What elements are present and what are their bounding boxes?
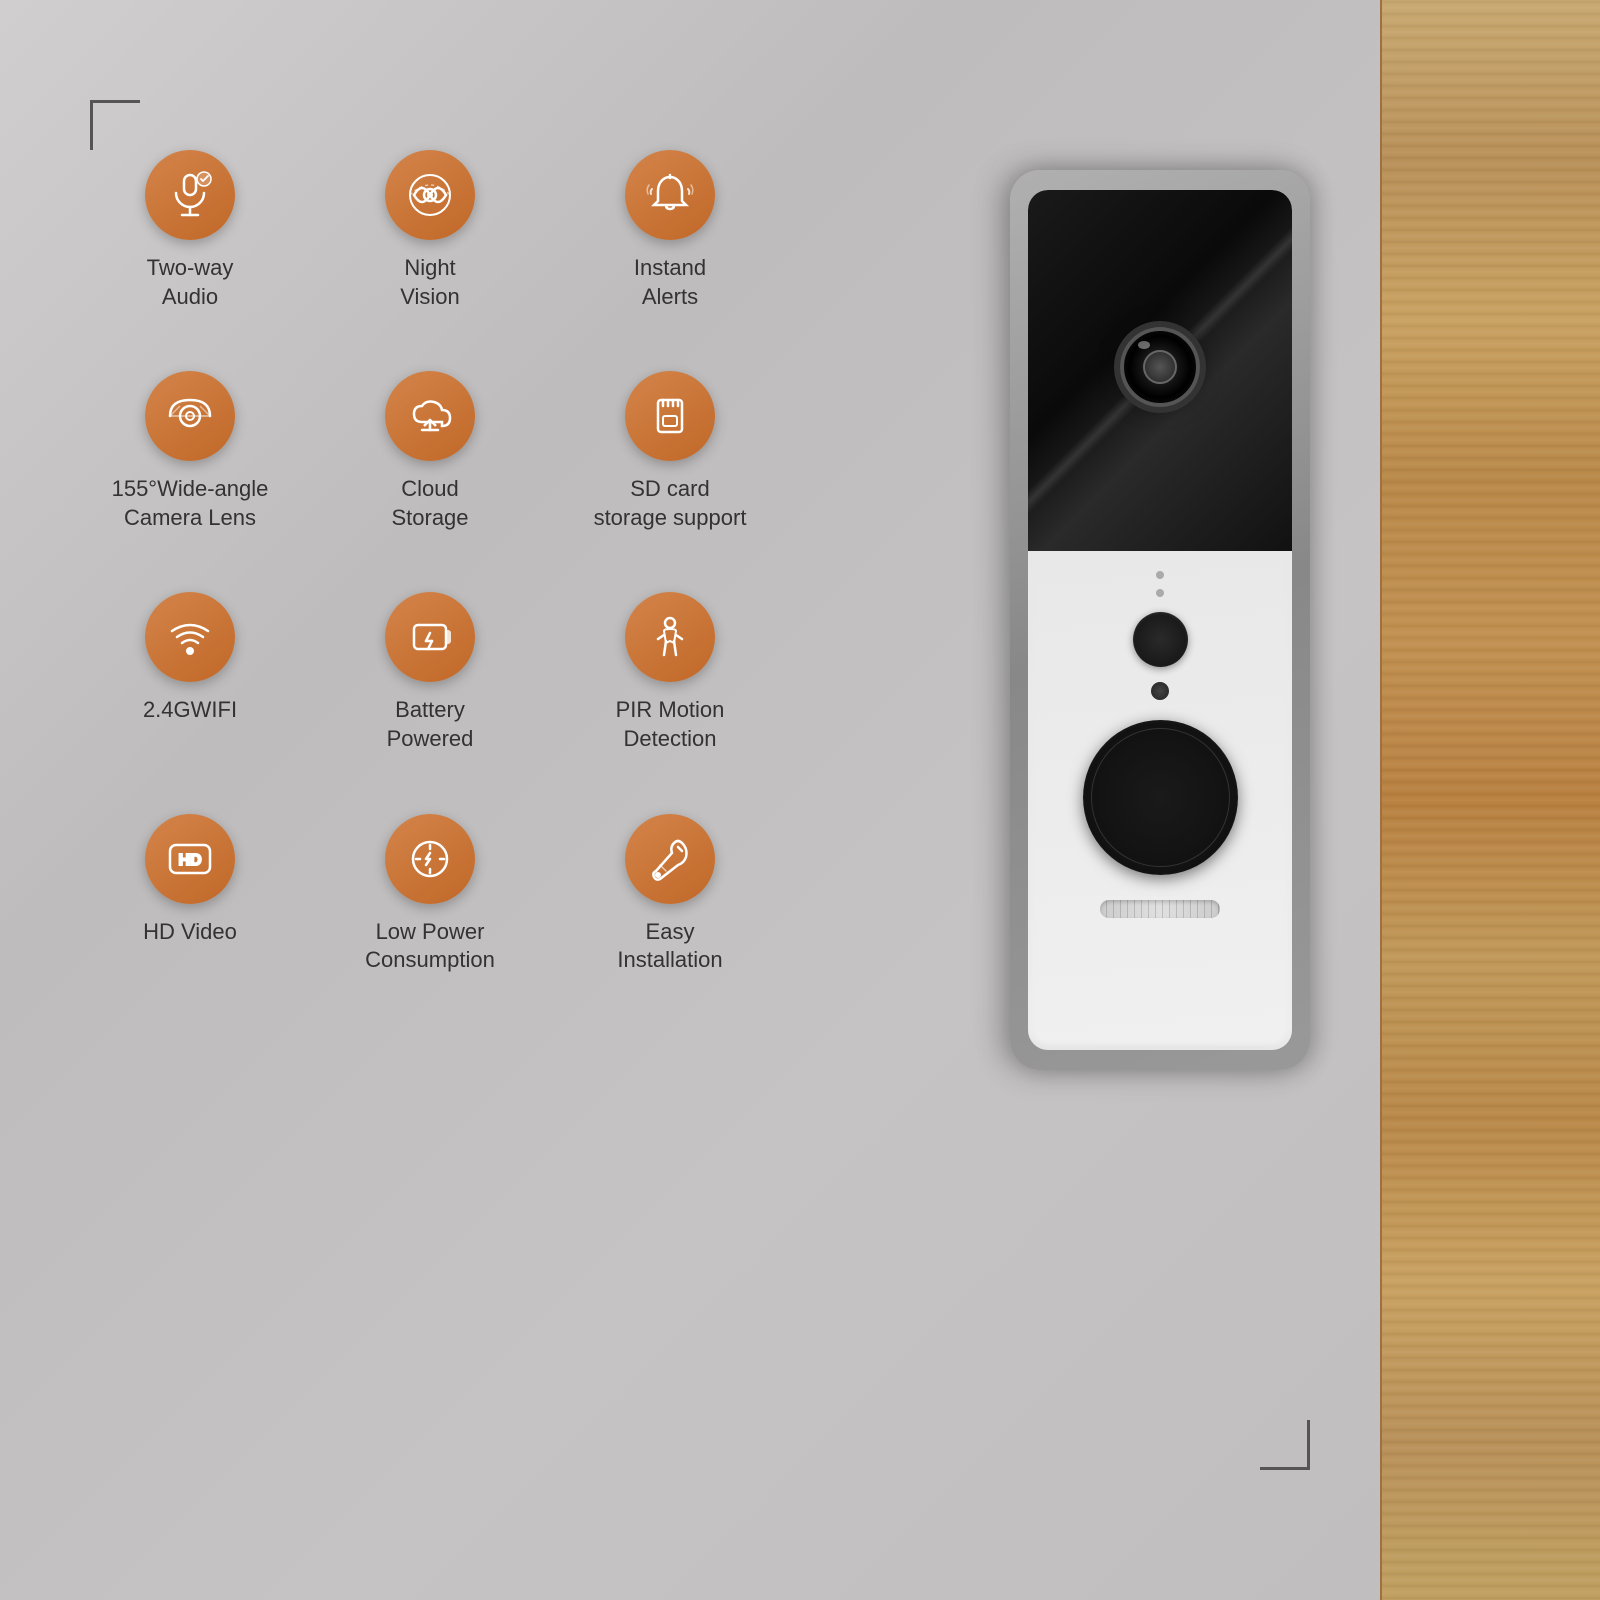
doorbell-container xyxy=(1000,120,1320,1120)
camera-wide-icon xyxy=(166,392,214,440)
night-vision-label: NightVision xyxy=(400,254,460,311)
corner-bracket-top-left xyxy=(90,100,140,150)
lens-highlight xyxy=(1138,341,1150,349)
sd-card-icon-circle xyxy=(625,371,715,461)
battery-icon xyxy=(406,613,454,661)
camera-section xyxy=(1028,190,1292,551)
doorbell-button[interactable] xyxy=(1083,720,1238,875)
wifi-label: 2.4GWIFI xyxy=(143,696,237,725)
feature-wide-angle: 155°Wide-angleCamera Lens xyxy=(90,371,290,532)
doorbell-body xyxy=(1028,190,1292,1050)
hd-icon: HD xyxy=(166,835,214,883)
battery-icon-circle xyxy=(385,592,475,682)
wifi-icon xyxy=(166,613,214,661)
feature-two-way-audio: Two-wayAudio xyxy=(90,150,290,311)
features-grid: Two-wayAudio NightVision xyxy=(90,150,740,975)
feature-night-vision: NightVision xyxy=(330,150,530,311)
hd-video-label: HD Video xyxy=(143,918,237,947)
wifi-icon-circle xyxy=(145,592,235,682)
wrench-icon xyxy=(646,835,694,883)
easy-installation-label: EasyInstallation xyxy=(617,918,722,975)
dot-2 xyxy=(1156,589,1164,597)
instant-alerts-label: InstandAlerts xyxy=(634,254,706,311)
feature-battery: BatteryPowered xyxy=(330,592,530,753)
easy-installation-icon-circle xyxy=(625,814,715,904)
feature-cloud-storage: CloudStorage xyxy=(330,371,530,532)
feature-hd-video: HD HD Video xyxy=(90,814,290,975)
indicator-dots xyxy=(1156,556,1164,612)
wide-angle-label: 155°Wide-angleCamera Lens xyxy=(112,475,269,532)
two-way-audio-icon-circle xyxy=(145,150,235,240)
cloud-storage-icon-circle xyxy=(385,371,475,461)
dot-1 xyxy=(1156,571,1164,579)
low-power-icon-circle xyxy=(385,814,475,904)
lowpower-icon xyxy=(406,835,454,883)
wide-angle-icon-circle xyxy=(145,371,235,461)
white-section xyxy=(1028,551,1292,918)
two-way-audio-label: Two-wayAudio xyxy=(147,254,234,311)
feature-wifi: 2.4GWIFI xyxy=(90,592,290,753)
doorbell-mount xyxy=(1010,170,1310,1070)
corner-bracket-bottom-right xyxy=(1260,1420,1310,1470)
svg-text:HD: HD xyxy=(178,852,201,869)
cloud-storage-label: CloudStorage xyxy=(391,475,468,532)
camera-lens xyxy=(1120,327,1200,407)
wood-panel xyxy=(1380,0,1600,1600)
night-vision-icon-circle xyxy=(385,150,475,240)
feature-low-power: Low PowerConsumption xyxy=(330,814,530,975)
battery-label: BatteryPowered xyxy=(387,696,474,753)
pir-sensor[interactable] xyxy=(1133,612,1188,667)
hd-video-icon-circle: HD xyxy=(145,814,235,904)
sdcard-icon xyxy=(646,392,694,440)
eye-icon xyxy=(406,171,454,219)
feature-instant-alerts: InstandAlerts xyxy=(570,150,770,311)
feature-pir-motion: PIR MotionDetection xyxy=(570,592,770,753)
pir-motion-label: PIR MotionDetection xyxy=(616,696,725,753)
sd-card-label: SD cardstorage support xyxy=(594,475,747,532)
person-icon xyxy=(646,613,694,661)
bell-icon xyxy=(646,171,694,219)
instant-alerts-icon-circle xyxy=(625,150,715,240)
cloud-icon xyxy=(406,392,454,440)
pir-motion-icon-circle xyxy=(625,592,715,682)
microphone-icon xyxy=(166,171,214,219)
feature-sd-card: SD cardstorage support xyxy=(570,371,770,532)
small-sensor xyxy=(1151,682,1169,700)
speaker-grille xyxy=(1100,900,1220,918)
features-area: Two-wayAudio NightVision xyxy=(60,150,740,975)
low-power-label: Low PowerConsumption xyxy=(365,918,495,975)
feature-easy-installation: EasyInstallation xyxy=(570,814,770,975)
